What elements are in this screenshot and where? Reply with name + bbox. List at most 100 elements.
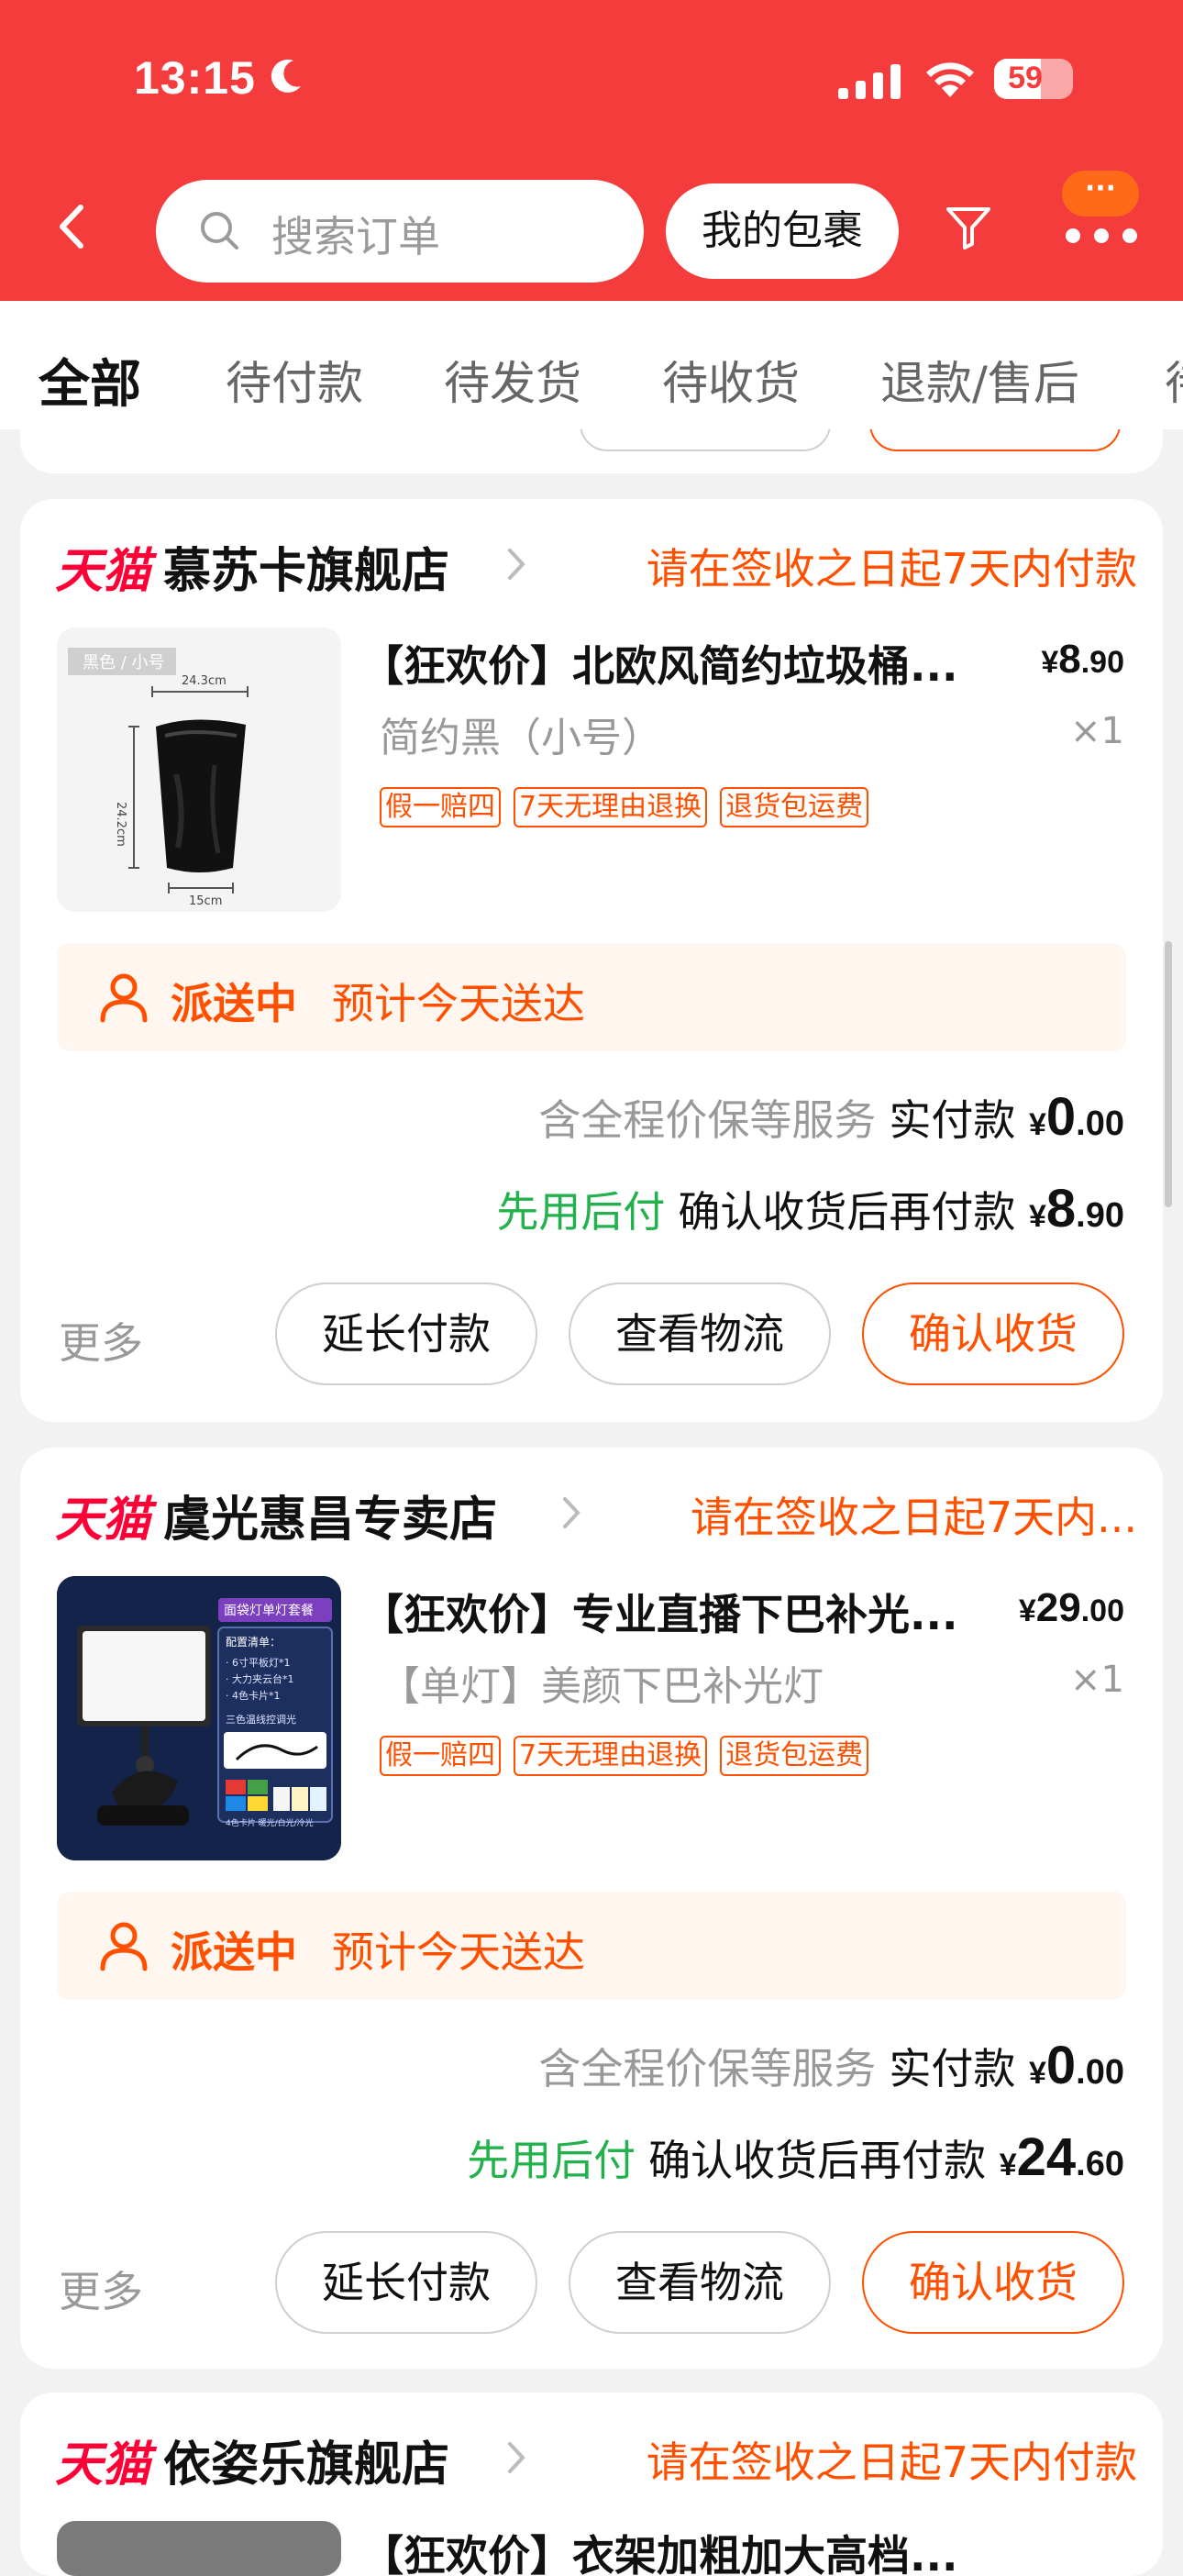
chevron-right-icon: [563, 1497, 580, 1528]
shop-name[interactable]: 慕苏卡旗舰店: [163, 532, 449, 601]
shop-header[interactable]: 天猫 慕苏卡旗舰店 请在签收之日起7天内付款: [55, 532, 1137, 599]
delivery-status-bar[interactable]: 派送中 预计今天送达: [57, 1892, 1126, 2000]
product-image[interactable]: [57, 2521, 341, 2576]
product-variant: 简约黑（小号）: [380, 715, 662, 761]
svg-text:15cm: 15cm: [189, 894, 222, 908]
tab-pending-receipt[interactable]: 待收货: [662, 347, 800, 413]
previous-order-card: [20, 429, 1163, 473]
view-logistics-button[interactable]: 查看物流: [569, 2231, 831, 2334]
product-title[interactable]: 【狂欢价】北欧风简约垃圾桶...: [361, 633, 1003, 694]
header: 13:15 59 搜索订单 我的包裹 ···: [0, 0, 1183, 301]
paid-amount: ¥0.00: [1028, 1087, 1124, 1147]
pay-later-amount: ¥8.90: [1028, 1179, 1124, 1238]
chevron-right-icon: [508, 2442, 525, 2473]
previous-button[interactable]: [580, 429, 831, 451]
svg-text:三色温线控调光: 三色温线控调光: [226, 1713, 296, 1726]
filter-icon[interactable]: [945, 204, 992, 251]
svg-text:24.3cm: 24.3cm: [182, 674, 227, 688]
fill-light-image: 面袋灯单灯套餐 配置清单： · 6寸平板灯*1 · 大力夹云台*1 · 4色卡片…: [57, 1576, 341, 1860]
search-placeholder: 搜索订单: [271, 212, 440, 261]
delivery-eta: 预计今天送达: [332, 1927, 585, 1977]
tmall-logo: 天猫: [55, 2437, 151, 2493]
tag-fake-compensation: 假一赔四: [380, 1736, 501, 1776]
tag-free-return-shipping: 退货包运费: [720, 787, 869, 827]
wifi-icon: [926, 62, 974, 97]
pay-later-text: 确认收货后再付款: [648, 2136, 987, 2185]
tag-7day-return: 7天无理由退换: [514, 787, 708, 827]
delivery-status: 派送中: [171, 1927, 297, 1977]
product-title[interactable]: 【狂欢价】衣架加粗加大高档...: [361, 2523, 1003, 2576]
battery-percent: 59: [1008, 61, 1043, 95]
delivery-status-bar[interactable]: 派送中 预计今天送达: [57, 943, 1126, 1051]
back-icon[interactable]: [57, 204, 86, 250]
product-price: ¥29.00: [1018, 1585, 1124, 1630]
extend-payment-button[interactable]: 延长付款: [275, 2231, 537, 2334]
tab-all[interactable]: 全部: [39, 343, 141, 417]
pay-later-row: 先用后付 确认收货后再付款 ¥24.60: [467, 2126, 1124, 2188]
moon-icon: [271, 59, 301, 93]
tag-fake-compensation: 假一赔四: [380, 787, 501, 827]
previous-confirm-button[interactable]: [869, 429, 1121, 451]
payment-deadline-note: 请在签收之日起7天内...: [690, 1493, 1137, 1542]
search-input[interactable]: 搜索订单: [156, 180, 644, 283]
svg-text:24.2cm: 24.2cm: [114, 802, 127, 847]
tmall-logo: 天猫: [55, 1493, 151, 1548]
battery-indicator: 59: [994, 59, 1073, 99]
paid-amount: ¥0.00: [1028, 2036, 1124, 2095]
image-label-text: 黑色 / 小号: [83, 653, 165, 672]
pay-later-amount: ¥24.60: [999, 2127, 1124, 2187]
shop-header[interactable]: 天猫 虞光惠昌专卖店 请在签收之日起7天内...: [55, 1481, 1137, 1548]
search-icon: [201, 212, 238, 250]
message-badge: ···: [1062, 171, 1139, 217]
pay-later-label: 先用后付: [496, 1187, 666, 1237]
shop-name[interactable]: 虞光惠昌专卖店: [163, 1481, 497, 1549]
svg-text:4色卡片 暖光/白光/冷光: 4色卡片 暖光/白光/冷光: [226, 1817, 314, 1828]
product-image[interactable]: 面袋灯单灯套餐 配置清单： · 6寸平板灯*1 · 大力夹云台*1 · 4色卡片…: [57, 1576, 341, 1860]
product-quantity: ×1: [1070, 1659, 1124, 1701]
extend-payment-button[interactable]: 延长付款: [275, 1282, 537, 1385]
more-menu-button[interactable]: ···: [1055, 171, 1146, 262]
product-variant: 【单灯】美颜下巴补光灯: [380, 1663, 824, 1710]
order-card: 天猫 虞光惠昌专卖店 请在签收之日起7天内... 面袋灯单灯套餐 配置清单： ·…: [20, 1448, 1163, 2369]
cellular-signal-icon: [838, 64, 901, 99]
view-logistics-button[interactable]: 查看物流: [569, 1282, 831, 1385]
tmall-logo: 天猫: [55, 544, 151, 599]
confirm-receipt-button[interactable]: 确认收货: [862, 2231, 1124, 2334]
scrollbar[interactable]: [1165, 941, 1172, 1207]
svg-text:· 大力夹云台*1: · 大力夹云台*1: [226, 1672, 294, 1685]
service-tags: 假一赔四 7天无理由退换 退货包运费: [380, 787, 881, 829]
tag-7day-return: 7天无理由退换: [514, 1736, 708, 1776]
shop-name[interactable]: 依姿乐旗舰店: [163, 2426, 449, 2494]
my-packages-button[interactable]: 我的包裹: [666, 183, 899, 279]
product-title[interactable]: 【狂欢价】专业直播下巴补光...: [361, 1582, 985, 1642]
paid-amount-row: 含全程价保等服务 实付款 ¥0.00: [538, 2035, 1124, 2096]
pay-later-label: 先用后付: [467, 2136, 636, 2185]
trash-bin-image: 黑色 / 小号 24.3cm 24.2cm 15cm: [68, 648, 249, 908]
delivery-status: 派送中: [171, 979, 297, 1028]
paid-label: 实付款: [889, 1095, 1016, 1145]
paid-amount-row: 含全程价保等服务 实付款 ¥0.00: [538, 1086, 1124, 1148]
paid-label: 实付款: [889, 2044, 1016, 2093]
delivery-eta: 预计今天送达: [332, 979, 585, 1028]
pay-later-row: 先用后付 确认收货后再付款 ¥8.90: [496, 1178, 1124, 1239]
status-time: 13:15: [134, 52, 256, 104]
more-actions-link[interactable]: 更多: [59, 2259, 143, 2319]
shop-header[interactable]: 天猫 依姿乐旗舰店 请在签收之日起7天内付款: [55, 2426, 1137, 2493]
svg-text:· 4色卡片*1: · 4色卡片*1: [226, 1689, 281, 1702]
more-actions-link[interactable]: 更多: [59, 1310, 143, 1371]
svg-text:· 6寸平板灯*1: · 6寸平板灯*1: [226, 1656, 291, 1669]
product-image[interactable]: 黑色 / 小号 24.3cm 24.2cm 15cm: [57, 627, 341, 912]
service-note: 含全程价保等服务: [538, 2044, 877, 2093]
tag-free-return-shipping: 退货包运费: [720, 1736, 869, 1776]
courier-icon: [100, 1922, 148, 1971]
tab-refund-aftersale[interactable]: 退款/售后: [880, 347, 1079, 413]
tab-pending-review[interactable]: 待: [1165, 347, 1183, 413]
product-quantity: ×1: [1070, 710, 1124, 752]
svg-text:面袋灯单灯套餐: 面袋灯单灯套餐: [224, 1604, 314, 1618]
service-note: 含全程价保等服务: [538, 1095, 877, 1145]
payment-deadline-note: 请在签收之日起7天内付款: [646, 2437, 1137, 2487]
confirm-receipt-button[interactable]: 确认收货: [862, 1282, 1124, 1385]
service-tags: 假一赔四 7天无理由退换 退货包运费: [380, 1736, 881, 1778]
tab-pending-payment[interactable]: 待付款: [226, 347, 363, 413]
tab-pending-shipment[interactable]: 待发货: [444, 347, 581, 413]
